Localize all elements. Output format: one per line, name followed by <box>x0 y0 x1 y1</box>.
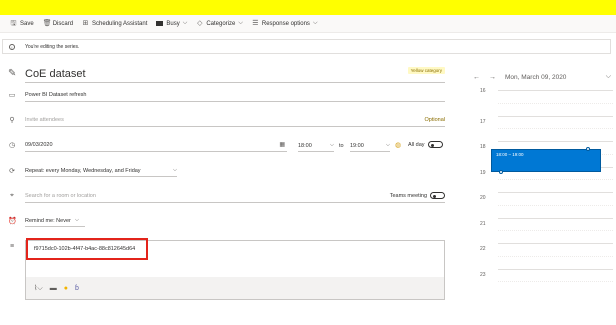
chevron-down-icon: ⌵ <box>385 142 390 148</box>
annotation-highlight-box <box>26 238 148 260</box>
calendar-event[interactable]: 18:00 – 19:00 <box>491 149 601 172</box>
attendees-input[interactable]: Invite attendees Optional <box>25 113 445 127</box>
busy-dropdown[interactable]: Busy ⌵ <box>156 20 187 27</box>
chevron-down-icon: ⌵ <box>74 217 80 223</box>
hour-divider <box>498 115 613 117</box>
hour-label: 22 <box>480 246 486 252</box>
command-toolbar: 🖫 Save 🗑 Discard ⊞ Scheduling Assistant … <box>0 15 616 33</box>
calendar-date-label: Mon, March 09, 2020 <box>505 73 567 81</box>
half-hour-divider <box>498 204 613 206</box>
scheduling-icon: ⊞ <box>82 20 89 27</box>
image-icon[interactable]: ▬ <box>50 285 57 292</box>
resize-handle-top[interactable] <box>586 147 590 151</box>
day-grid[interactable]: 16 17 18 19 20 21 22 23 <box>470 88 613 325</box>
alarm-icon: ⏰ <box>8 218 17 225</box>
pen-icon: ✎ <box>8 68 17 79</box>
hour-divider <box>498 217 613 219</box>
toggle-switch[interactable] <box>427 141 443 148</box>
person-icon: ⚲ <box>9 117 15 124</box>
response-icon: ☰ <box>252 20 259 27</box>
discard-button[interactable]: 🗑 Discard <box>43 20 73 27</box>
busy-status-icon <box>156 21 164 26</box>
repeat-dropdown[interactable]: Repeat: every Monday, Wednesday, and Fri… <box>25 165 177 177</box>
notes-icon: ≡ <box>9 243 15 250</box>
hour-divider <box>498 192 613 193</box>
calendar-header: ← → Mon, March 09, 2020 ⌵ <box>473 70 616 84</box>
half-hour-divider <box>498 230 613 232</box>
save-icon: 🖫 <box>10 20 17 27</box>
clock-icon: ◷ <box>8 142 16 149</box>
attach-icon[interactable]: ⌇⌵ <box>34 284 43 293</box>
hour-label: 23 <box>480 271 486 278</box>
forward-arrow-icon[interactable]: → <box>489 74 496 81</box>
hour-divider <box>498 268 613 270</box>
categorize-dropdown[interactable]: ◇ Categorize ⌵ <box>196 20 243 27</box>
info-icon: i <box>9 43 15 50</box>
half-hour-divider <box>498 128 613 130</box>
chevron-down-icon: ⌵ <box>238 20 243 26</box>
info-bar: i You're editing the series. <box>2 39 611 54</box>
chevron-down-icon: ⌵ <box>182 20 188 26</box>
resize-handle-bottom[interactable] <box>499 170 503 174</box>
hour-divider <box>498 141 613 142</box>
loop-icon[interactable]: ɓ <box>75 285 79 292</box>
to-label: to <box>339 143 344 149</box>
toggle-switch[interactable] <box>430 192 445 199</box>
hour-label: 21 <box>480 220 486 227</box>
hour-divider <box>498 90 613 91</box>
chevron-down-icon[interactable]: ⌵ <box>606 73 611 81</box>
location-input[interactable]: Search for a room or location Teams meet… <box>25 189 445 203</box>
reminder-dropdown[interactable]: Remind me: Never ⌵ <box>25 215 85 227</box>
calendar-select[interactable]: Power BI Dataset refresh <box>25 88 445 102</box>
hour-divider <box>498 243 613 244</box>
location-icon: ⌖ <box>10 192 14 199</box>
calendar-picker-icon[interactable]: ▦ <box>279 141 285 148</box>
teams-meeting-toggle[interactable]: Teams meeting <box>390 192 445 199</box>
hour-label: 19 <box>480 169 486 176</box>
half-hour-divider <box>498 281 613 283</box>
scheduling-assistant-button[interactable]: ⊞ Scheduling Assistant <box>82 20 148 27</box>
trash-icon: 🗑 <box>42 20 52 27</box>
hour-label: 18 <box>480 144 486 150</box>
response-options-dropdown[interactable]: ☰ Response options ⌵ <box>252 20 318 27</box>
editor-toolbar: ⌇⌵ ▬ ● ɓ <box>26 277 444 299</box>
date-input[interactable]: 09/03/2020 ▦ <box>25 138 287 152</box>
hour-label: 16 <box>480 88 486 94</box>
half-hour-divider <box>498 179 613 181</box>
emoji-icon[interactable]: ● <box>64 285 68 292</box>
title-input[interactable]: CoE dataset Yellow category <box>25 65 445 83</box>
highlight-bar <box>0 0 616 15</box>
end-time-select[interactable]: 19:00 ⌵ <box>350 140 390 152</box>
calendar-icon: ▭ <box>8 92 16 99</box>
hour-label: 17 <box>480 118 486 125</box>
half-hour-divider <box>498 102 613 104</box>
optional-attendees-link[interactable]: Optional <box>425 117 446 123</box>
all-day-toggle[interactable]: All day <box>408 141 443 148</box>
half-hour-divider <box>498 255 613 257</box>
save-button[interactable]: 🖫 Save <box>10 20 34 27</box>
category-badge[interactable]: Yellow category <box>407 67 445 74</box>
hour-label: 20 <box>480 195 486 201</box>
globe-icon[interactable]: ◍ <box>395 141 401 149</box>
tag-icon: ◇ <box>197 20 203 27</box>
chevron-down-icon: ⌵ <box>312 20 318 26</box>
repeat-icon: ⟳ <box>9 168 15 175</box>
back-arrow-icon[interactable]: ← <box>473 74 480 81</box>
chevron-down-icon: ⌵ <box>172 167 177 173</box>
start-time-select[interactable]: 18:00 ⌵ <box>298 140 334 152</box>
chevron-down-icon: ⌵ <box>329 142 334 148</box>
